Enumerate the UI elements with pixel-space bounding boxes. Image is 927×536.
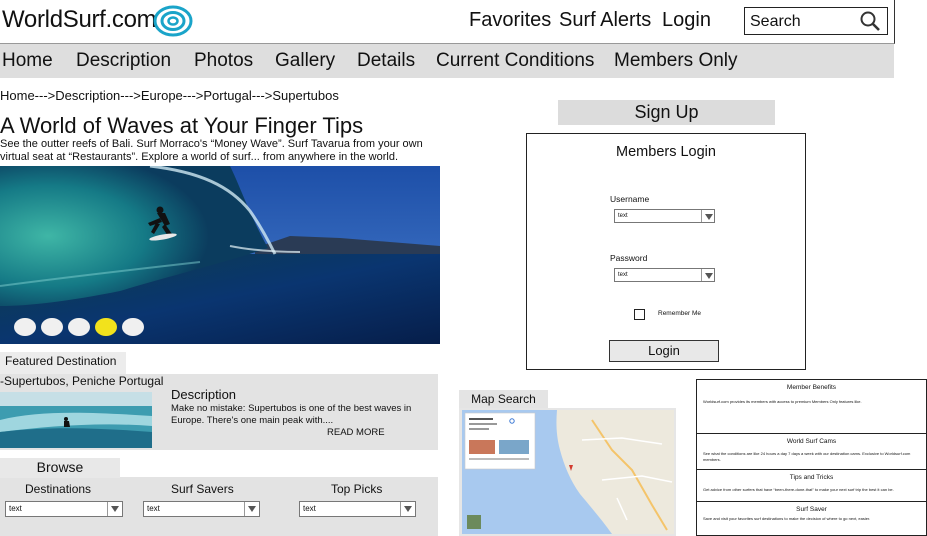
sign-up-button[interactable]: Sign Up <box>558 100 775 125</box>
main-nav: Home Description Photos Gallery Details … <box>0 44 894 78</box>
benefit-text: See what the conditions are like 24 hour… <box>703 451 911 462</box>
password-value: text <box>618 272 628 278</box>
nav-item-details[interactable]: Details <box>357 50 415 72</box>
destinations-select-value: text <box>9 504 22 513</box>
description-heading: Description <box>171 387 237 402</box>
chevron-down-icon[interactable] <box>400 502 415 516</box>
slide-dot[interactable] <box>14 318 36 336</box>
benefit-text: Get advice from other surfers that have … <box>703 487 894 492</box>
surf-savers-select-value: text <box>147 504 160 513</box>
username-field[interactable]: text <box>614 209 715 223</box>
chevron-down-icon[interactable] <box>107 502 122 516</box>
slide-dot[interactable] <box>41 318 63 336</box>
destinations-select[interactable]: text <box>5 501 123 517</box>
slide-dot-active[interactable] <box>95 318 117 336</box>
members-login-panel: Members Login Username text Password tex… <box>526 133 806 370</box>
top-picks-select[interactable]: text <box>299 501 416 517</box>
featured-destination-name[interactable]: -Supertubos, Peniche Portugal <box>0 374 163 388</box>
benefit-title: Surf Saver <box>796 506 827 513</box>
breadcrumb[interactable]: Home--->Description--->Europe--->Portuga… <box>0 88 339 103</box>
slide-dot[interactable] <box>68 318 90 336</box>
slideshow-dots <box>14 318 144 336</box>
login-title: Members Login <box>616 144 716 160</box>
benefit-tips-and-tricks[interactable]: Tips and Tricks Get advice from other su… <box>697 470 926 502</box>
benefit-surf-saver[interactable]: Surf Saver Save and visit your favorites… <box>697 502 926 536</box>
featured-description-text: Make no mistake: Supertubos is one of th… <box>171 403 412 426</box>
nav-item-home[interactable]: Home <box>2 50 53 72</box>
nav-item-gallery[interactable]: Gallery <box>275 50 335 72</box>
search-input[interactable]: Search <box>744 7 888 35</box>
member-benefits-panel: Member Benefits Worldsurf.com provides i… <box>696 379 927 536</box>
login-link[interactable]: Login <box>662 9 711 32</box>
benefit-text: Save and visit your favorites surf desti… <box>703 516 871 521</box>
chevron-down-icon[interactable] <box>244 502 259 516</box>
surf-alerts-link[interactable]: Surf Alerts <box>559 9 651 32</box>
map-image <box>462 410 674 534</box>
read-more-link[interactable]: READ MORE <box>327 427 385 438</box>
favorites-link[interactable]: Favorites <box>469 9 551 32</box>
remember-me-checkbox[interactable] <box>634 309 645 320</box>
nav-item-photos[interactable]: Photos <box>194 50 253 72</box>
benefit-text: Worldsurf.com provides its members with … <box>703 399 862 404</box>
search-placeholder: Search <box>750 13 801 30</box>
map-search-tab: Map Search <box>459 390 548 410</box>
surf-thumbnail-image <box>0 392 152 448</box>
site-header: WorldSurf.com Favorites Surf Alerts Logi… <box>0 0 895 44</box>
hero-intro-text: See the outter reefs of Bali. Surf Morra… <box>0 138 423 163</box>
username-value: text <box>618 213 628 219</box>
remember-me-label: Remember Me <box>658 310 701 317</box>
password-field[interactable]: text <box>614 268 715 282</box>
destinations-label: Destinations <box>25 482 92 496</box>
site-logo[interactable]: WorldSurf.com <box>2 6 157 34</box>
chevron-down-icon[interactable] <box>701 269 714 281</box>
surf-savers-label: Surf Savers <box>171 482 234 496</box>
featured-thumbnail[interactable] <box>0 392 152 448</box>
wave-swirl-icon <box>153 5 193 37</box>
benefit-title: Member Benefits <box>786 384 837 391</box>
benefit-world-surf-cams[interactable]: World Surf Cams See what the conditions … <box>697 434 926 470</box>
browse-tab: Browse <box>0 458 120 478</box>
nav-item-description[interactable]: Description <box>76 50 171 72</box>
top-picks-select-value: text <box>303 504 316 513</box>
nav-item-members-only[interactable]: Members Only <box>614 50 738 72</box>
nav-item-current-conditions[interactable]: Current Conditions <box>436 50 594 72</box>
benefit-title: Tips and Tricks <box>789 474 834 481</box>
search-icon[interactable] <box>859 10 881 32</box>
password-label: Password <box>610 253 648 263</box>
benefit-member-benefits: Member Benefits Worldsurf.com provides i… <box>697 380 926 434</box>
chevron-down-icon[interactable] <box>701 210 714 222</box>
map-view[interactable] <box>462 410 674 534</box>
username-label: Username <box>610 194 650 204</box>
top-picks-label: Top Picks <box>331 482 383 496</box>
surf-savers-select[interactable]: text <box>143 501 260 517</box>
slide-dot[interactable] <box>122 318 144 336</box>
login-button[interactable]: Login <box>609 340 719 362</box>
benefit-title: World Surf Cams <box>786 438 837 445</box>
page-title: A World of Waves at Your Finger Tips <box>0 113 364 138</box>
featured-destination-tab: Featured Destination <box>0 352 126 374</box>
